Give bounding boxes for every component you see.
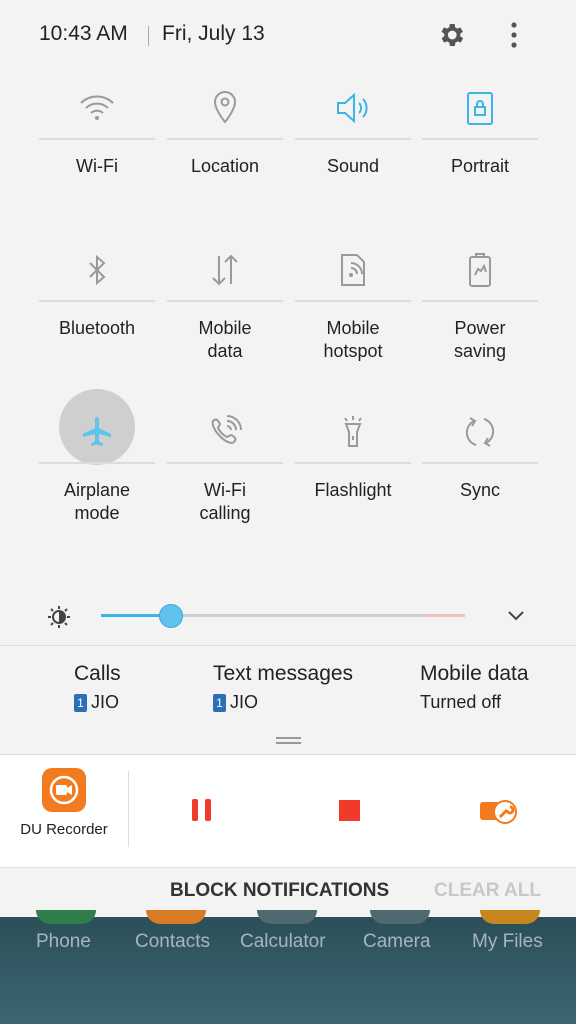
sim-badge: 1 bbox=[213, 694, 226, 712]
clock-time: 10:43 AM bbox=[39, 22, 128, 45]
tile-flashlight[interactable]: Flashlight bbox=[295, 402, 411, 552]
dock-label-my-files[interactable]: My Files bbox=[472, 931, 543, 953]
calls-sim[interactable]: 1 JIO bbox=[74, 692, 119, 713]
toolbox-icon[interactable] bbox=[478, 792, 520, 828]
tile-divider bbox=[422, 300, 538, 302]
tile-portrait[interactable]: Portrait bbox=[422, 78, 538, 228]
phone-app-icon bbox=[36, 910, 96, 924]
wifi-calling-icon bbox=[205, 412, 245, 452]
sync-icon bbox=[460, 412, 500, 452]
drag-handle[interactable] bbox=[276, 737, 301, 739]
mobile-data-icon bbox=[205, 250, 245, 290]
location-icon bbox=[205, 88, 245, 128]
texts-sim[interactable]: 1 JIO bbox=[213, 692, 258, 713]
drag-handle bbox=[276, 742, 301, 744]
tile-bluetooth[interactable]: Bluetooth bbox=[39, 240, 155, 390]
block-notifications-button[interactable]: BLOCK NOTIFICATIONS bbox=[170, 880, 389, 902]
flashlight-icon bbox=[333, 412, 373, 452]
wifi-icon bbox=[77, 88, 117, 128]
tile-label: Mobile hotspot bbox=[323, 318, 383, 361]
tile-label: Sound bbox=[326, 156, 380, 176]
hotspot-icon bbox=[333, 250, 373, 290]
tile-wifi-calling[interactable]: Wi-Fi calling bbox=[167, 402, 283, 552]
tile-location[interactable]: Location bbox=[167, 78, 283, 228]
pause-icon[interactable] bbox=[189, 797, 215, 823]
calls-title: Calls bbox=[74, 662, 121, 685]
tile-power-saving[interactable]: Power saving bbox=[422, 240, 538, 390]
tile-divider bbox=[295, 300, 411, 302]
texts-title: Text messages bbox=[213, 662, 354, 685]
sim-badge: 1 bbox=[74, 694, 87, 712]
tile-divider bbox=[167, 138, 283, 140]
calls-carrier: JIO bbox=[91, 692, 120, 712]
tile-label: Bluetooth bbox=[58, 318, 136, 338]
tile-divider bbox=[39, 138, 155, 140]
tile-divider bbox=[295, 462, 411, 464]
tile-label: Mobile data bbox=[198, 318, 252, 361]
time-date-divider bbox=[148, 26, 149, 46]
texts-carrier: JIO bbox=[230, 692, 259, 712]
du-recorder-name: DU Recorder bbox=[20, 821, 108, 838]
stop-icon[interactable] bbox=[339, 800, 360, 821]
mobile-data-title: Mobile data bbox=[420, 662, 529, 685]
tile-sound[interactable]: Sound bbox=[295, 78, 411, 228]
sound-icon bbox=[333, 88, 373, 128]
tile-mobile-data[interactable]: Mobile data bbox=[167, 240, 283, 390]
dock-label-camera[interactable]: Camera bbox=[363, 931, 431, 953]
tile-sync[interactable]: Sync bbox=[422, 402, 538, 552]
bluetooth-icon bbox=[77, 250, 117, 290]
brightness-slider-thumb[interactable] bbox=[159, 604, 184, 628]
dock-label-calculator[interactable]: Calculator bbox=[240, 931, 326, 953]
recorder-divider bbox=[128, 771, 129, 847]
brightness-high-zone bbox=[428, 614, 465, 617]
tile-label: Airplane mode bbox=[63, 480, 131, 523]
tile-divider bbox=[422, 462, 538, 464]
brightness-icon[interactable] bbox=[46, 604, 72, 630]
power-saving-icon bbox=[460, 250, 500, 290]
chevron-down-icon[interactable] bbox=[505, 606, 527, 626]
tile-divider bbox=[167, 300, 283, 302]
more-vert-icon[interactable] bbox=[502, 18, 526, 52]
dock-label-contacts[interactable]: Contacts bbox=[135, 931, 210, 953]
tile-label: Wi-Fi bbox=[76, 156, 118, 176]
tile-label: Location bbox=[190, 156, 260, 176]
tile-airplane-mode[interactable]: Airplane mode bbox=[39, 389, 155, 552]
tile-divider bbox=[167, 462, 283, 464]
tile-label: Sync bbox=[459, 480, 501, 500]
airplane-icon bbox=[77, 412, 117, 452]
tile-label: Power saving bbox=[453, 318, 507, 361]
tile-divider bbox=[295, 138, 411, 140]
mobile-data-status[interactable]: Turned off bbox=[420, 692, 501, 713]
tile-label: Portrait bbox=[450, 156, 510, 176]
clear-all-button[interactable]: CLEAR ALL bbox=[434, 880, 541, 902]
date-label: Fri, July 13 bbox=[162, 22, 265, 45]
contacts-app-icon bbox=[146, 910, 206, 924]
tile-divider bbox=[422, 138, 538, 140]
tile-divider bbox=[39, 300, 155, 302]
tile-label: Flashlight bbox=[314, 480, 392, 500]
tile-mobile-hotspot[interactable]: Mobile hotspot bbox=[295, 240, 411, 390]
portrait-lock-icon bbox=[460, 88, 500, 128]
tile-divider bbox=[39, 462, 155, 464]
my-files-app-icon bbox=[480, 910, 540, 924]
dock-label-phone[interactable]: Phone bbox=[36, 931, 91, 953]
du-recorder-icon[interactable] bbox=[42, 768, 86, 812]
camera-app-icon bbox=[370, 910, 430, 924]
calculator-app-icon bbox=[257, 910, 317, 924]
tile-label: Wi-Fi calling bbox=[199, 480, 251, 523]
gear-icon[interactable] bbox=[436, 20, 466, 50]
tile-wifi[interactable]: Wi-Fi bbox=[39, 78, 155, 228]
